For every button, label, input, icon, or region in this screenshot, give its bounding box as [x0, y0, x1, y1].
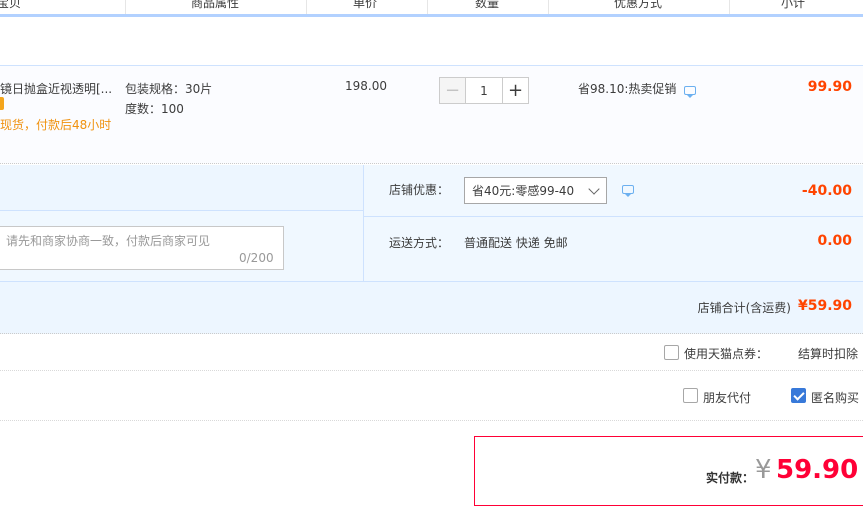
promo-chat-icon[interactable] [684, 86, 696, 98]
header-col-item: 宝贝 [0, 0, 22, 10]
sku-degree: 度数：100 [125, 102, 184, 116]
header-divider [125, 0, 126, 14]
message-char-count: 0/200 [239, 251, 274, 265]
item-title-link[interactable]: 镜日抛盒近视透明[... [0, 80, 112, 97]
chevron-down-icon [588, 183, 600, 195]
quantity-stepper: − 1 + [439, 77, 529, 104]
promo-text: 省98.10:热卖促销 [578, 82, 677, 96]
header-divider [729, 0, 730, 14]
currency-symbol: ¥ [755, 455, 772, 485]
stock-icon [0, 97, 4, 110]
header-col-subtotal: 小计 [781, 0, 806, 10]
shop-discount-select[interactable]: 省40元:零感99-40 [464, 177, 607, 204]
header-divider [427, 0, 428, 14]
divider [0, 370, 863, 372]
quantity-plus-button[interactable]: + [502, 77, 529, 104]
divider [0, 420, 863, 422]
table-header: 宝贝 商品属性 单价 数量 优惠方式 小计 [0, 0, 863, 17]
header-col-price: 单价 [353, 0, 378, 10]
quantity-input[interactable]: 1 [466, 77, 502, 104]
shop-left-panel [0, 165, 363, 211]
shipping-method: 普通配送 快递 免邮 [464, 236, 568, 250]
unit-price: 198.00 [345, 79, 387, 93]
coupon-note: 结算时扣除 [798, 347, 859, 361]
header-divider [306, 0, 307, 14]
stock-note: 现货，付款后48小时 [0, 118, 112, 132]
header-divider [548, 0, 549, 14]
shop-total-label: 店铺合计(含运费) [697, 301, 791, 315]
quantity-minus-button[interactable]: − [439, 77, 466, 104]
shop-discount-value: -40.00 [801, 183, 852, 199]
payment-amount: 59.90 [776, 455, 859, 485]
anonymous-label: 匿名购买 [811, 391, 860, 405]
shop-discount-selected: 省40元:零感99-40 [472, 184, 575, 198]
shop-divider [363, 216, 863, 217]
header-col-promo: 优惠方式 [614, 0, 663, 10]
header-col-quantity: 数量 [475, 0, 500, 10]
shop-discount-label: 店铺优惠： [389, 183, 450, 197]
item-subtotal: 99.90 [807, 79, 852, 95]
coupon-checkbox[interactable] [664, 345, 679, 360]
shop-divider [363, 165, 364, 281]
shipping-label: 运送方式： [389, 236, 450, 250]
sku-spec: 包装规格：30片 [125, 82, 213, 96]
message-placeholder: 请先和商家协商一致，付款后商家可见 [6, 234, 211, 248]
payment-label: 实付款： [706, 471, 755, 485]
discount-chat-icon[interactable] [622, 185, 634, 197]
header-col-attributes: 商品属性 [191, 0, 240, 10]
anonymous-checkbox[interactable] [791, 388, 806, 403]
friend-pay-label: 朋友代付 [703, 391, 752, 405]
shipping-value: 0.00 [817, 233, 852, 249]
shop-total-value: ¥59.90 [797, 298, 852, 314]
coupon-label: 使用天猫点券： [684, 347, 769, 361]
friend-pay-checkbox[interactable] [683, 388, 698, 403]
